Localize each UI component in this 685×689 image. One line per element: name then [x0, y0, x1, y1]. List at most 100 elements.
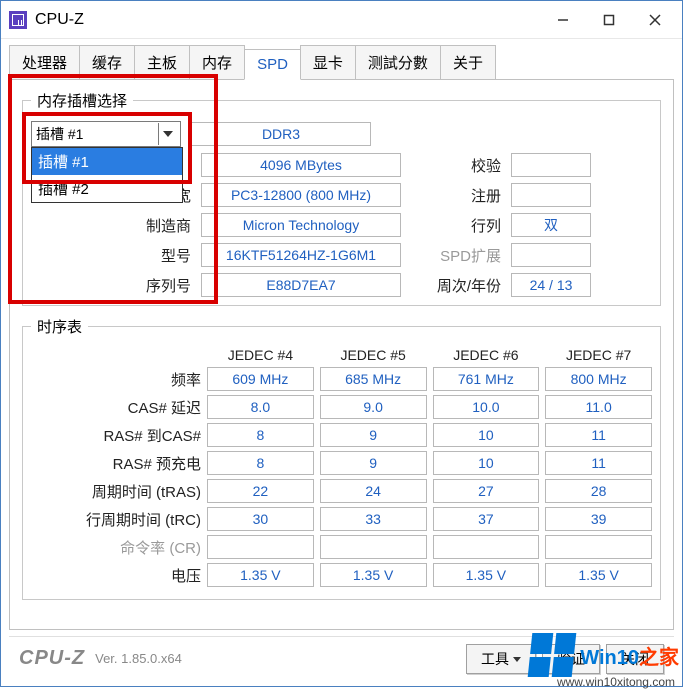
jedec-col-2: JEDEC #6	[433, 347, 540, 363]
tab-memory[interactable]: 内存	[189, 45, 245, 79]
windows-logo-icon	[528, 633, 577, 677]
minimize-button[interactable]	[540, 5, 586, 35]
tab-cpu[interactable]: 处理器	[9, 45, 80, 79]
window-title: CPU-Z	[35, 11, 540, 29]
timing-cell: 1.35 V	[320, 563, 427, 587]
reg-value	[511, 183, 591, 207]
timing-cell: 685 MHz	[320, 367, 427, 391]
timings-legend: 时序表	[31, 316, 88, 337]
timing-cell: 11	[545, 423, 652, 447]
timing-cell: 8	[207, 423, 314, 447]
timing-label: 命令率 (CR)	[31, 537, 201, 558]
check-label: 校验	[411, 155, 501, 176]
mfg-value: Micron Technology	[201, 213, 401, 237]
timing-cell: 9.0	[320, 395, 427, 419]
timing-cell: 9	[320, 451, 427, 475]
timing-cell: 8.0	[207, 395, 314, 419]
jedec-col-1: JEDEC #5	[320, 347, 427, 363]
timing-label: 电压	[31, 565, 201, 586]
slot-option-1[interactable]: 插槽 #1	[32, 148, 182, 175]
timing-cell: 1.35 V	[545, 563, 652, 587]
timing-label: CAS# 延迟	[31, 397, 201, 418]
tab-content: 内存插槽选择 插槽 #1 插槽 #1 插槽 #2 DDR3 模块大小 4096 …	[9, 79, 674, 630]
jedec-col-0: JEDEC #4	[207, 347, 314, 363]
week-value: 24 / 13	[511, 273, 591, 297]
timing-cell	[207, 535, 314, 559]
timing-cell: 39	[545, 507, 652, 531]
timing-cell: 1.35 V	[207, 563, 314, 587]
timing-row: 频率 609 MHz685 MHz761 MHz800 MHz	[31, 367, 652, 391]
timing-cell: 10	[433, 451, 540, 475]
maximize-button[interactable]	[586, 5, 632, 35]
timing-cell: 37	[433, 507, 540, 531]
timing-label: 频率	[31, 369, 201, 390]
memory-type-box: DDR3	[191, 122, 371, 146]
serial-label: 序列号	[31, 275, 191, 296]
timing-cell: 761 MHz	[433, 367, 540, 391]
timing-cell: 22	[207, 479, 314, 503]
tab-about[interactable]: 关于	[440, 45, 496, 79]
reg-label: 注册	[411, 185, 501, 206]
watermark: Win10之家	[530, 633, 679, 677]
tab-spd[interactable]: SPD	[244, 49, 301, 80]
timing-cell	[545, 535, 652, 559]
tab-mainboard[interactable]: 主板	[134, 45, 190, 79]
chevron-down-icon	[513, 657, 521, 666]
timing-cell: 11	[545, 451, 652, 475]
close-button[interactable]	[632, 5, 678, 35]
timing-cell: 33	[320, 507, 427, 531]
timing-row: 命令率 (CR)	[31, 535, 652, 559]
watermark-url: www.win10xitong.com	[557, 675, 675, 689]
timing-label: RAS# 预充电	[31, 453, 201, 474]
tab-bar: 处理器 缓存 主板 内存 SPD 显卡 测試分數 关于	[1, 39, 682, 79]
check-value	[511, 153, 591, 177]
serial-value: E88D7EA7	[201, 273, 401, 297]
timing-cell: 800 MHz	[545, 367, 652, 391]
slot-option-2[interactable]: 插槽 #2	[32, 175, 182, 202]
footer-version: Ver. 1.85.0.x64	[95, 651, 182, 666]
timing-row: RAS# 预充电891011	[31, 451, 652, 475]
slot-dropdown: 插槽 #1 插槽 #2	[31, 147, 183, 203]
mfg-label: 制造商	[31, 215, 191, 236]
rank-label: 行列	[411, 215, 501, 236]
timings-group: 时序表 JEDEC #4 JEDEC #5 JEDEC #6 JEDEC #7 …	[22, 316, 661, 600]
slot-select-legend: 内存插槽选择	[31, 90, 133, 111]
model-value: 16KTF51264HZ-1G6M1	[201, 243, 401, 267]
timing-cell: 28	[545, 479, 652, 503]
timing-cell	[320, 535, 427, 559]
timing-row: CAS# 延迟 8.09.010.011.0	[31, 395, 652, 419]
maxbw-value: PC3-12800 (800 MHz)	[201, 183, 401, 207]
slot-select-group: 内存插槽选择 插槽 #1 插槽 #1 插槽 #2 DDR3 模块大小 4096 …	[22, 90, 661, 306]
spdext-value	[511, 243, 591, 267]
timing-label: 周期时间 (tRAS)	[31, 481, 201, 502]
timing-row: 周期时间 (tRAS)22242728	[31, 479, 652, 503]
timing-row: 电压1.35 V1.35 V1.35 V1.35 V	[31, 563, 652, 587]
titlebar: CPU-Z	[1, 1, 682, 39]
timing-cell: 609 MHz	[207, 367, 314, 391]
chevron-down-icon	[158, 123, 176, 145]
app-icon	[9, 11, 27, 29]
timings-header: JEDEC #4 JEDEC #5 JEDEC #6 JEDEC #7	[31, 347, 652, 363]
timing-label: RAS# 到CAS#	[31, 425, 201, 446]
timing-cell: 27	[433, 479, 540, 503]
spdext-label: SPD扩展	[411, 245, 501, 266]
timing-cell: 11.0	[545, 395, 652, 419]
week-label: 周次/年份	[411, 275, 501, 296]
tools-button[interactable]: 工具	[466, 644, 536, 674]
tab-caches[interactable]: 缓存	[79, 45, 135, 79]
timing-cell: 1.35 V	[433, 563, 540, 587]
tab-bench[interactable]: 测試分數	[355, 45, 441, 79]
timing-cell	[433, 535, 540, 559]
tab-graphics[interactable]: 显卡	[300, 45, 356, 79]
timing-cell: 10.0	[433, 395, 540, 419]
timing-label: 行周期时间 (tRC)	[31, 509, 201, 530]
model-label: 型号	[31, 245, 191, 266]
module-size: 4096 MBytes	[201, 153, 401, 177]
watermark-text: Win10之家	[580, 641, 679, 670]
timing-cell: 10	[433, 423, 540, 447]
footer-brand: CPU-Z	[19, 647, 85, 670]
timing-row: 行周期时间 (tRC)30333739	[31, 507, 652, 531]
jedec-col-3: JEDEC #7	[545, 347, 652, 363]
slot-combo-value: 插槽 #1	[36, 124, 83, 144]
slot-combo[interactable]: 插槽 #1 插槽 #1 插槽 #2	[31, 121, 181, 147]
